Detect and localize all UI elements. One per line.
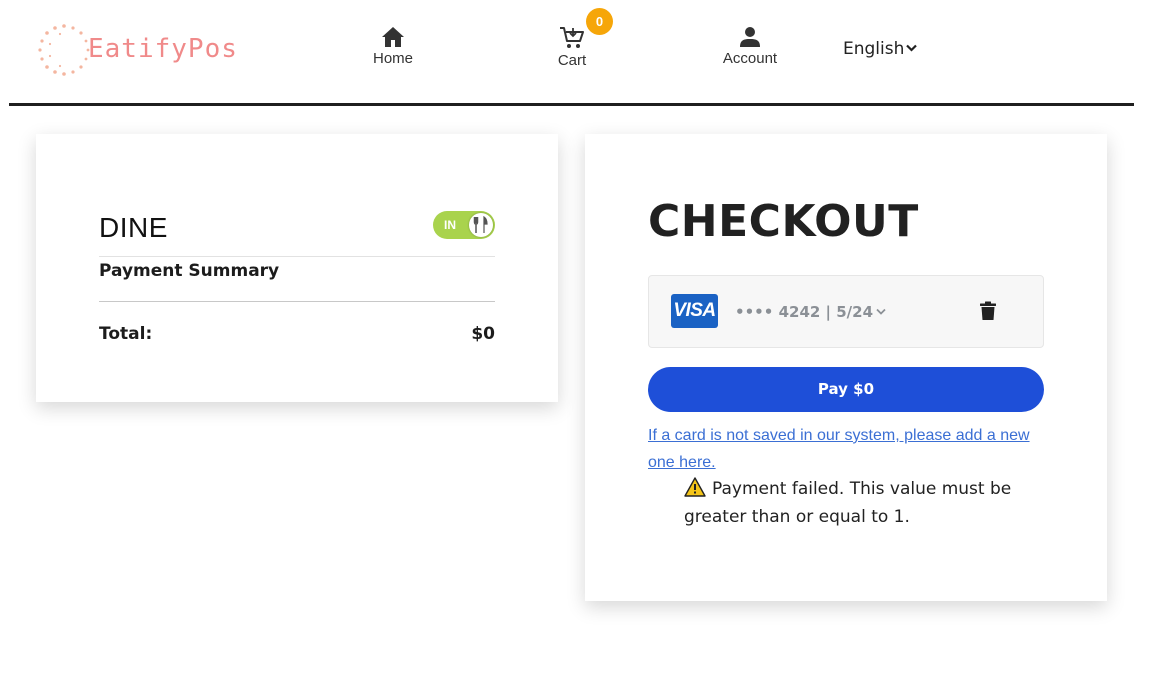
language-label: English bbox=[843, 39, 905, 59]
nav-cart-label: Cart bbox=[557, 52, 587, 69]
chevron-down-icon bbox=[876, 308, 886, 315]
total-label: Total: bbox=[99, 324, 153, 344]
saved-card-selector[interactable]: VISA •••• 4242 | 5/24 bbox=[648, 275, 1044, 348]
warning-icon bbox=[684, 477, 706, 497]
pay-button[interactable]: Pay $0 bbox=[648, 367, 1044, 412]
checkout-title: CHECKOUT bbox=[648, 196, 919, 247]
order-mode-label: DINE bbox=[99, 212, 168, 243]
nav-home[interactable]: Home bbox=[353, 26, 433, 67]
cart-icon bbox=[560, 27, 584, 48]
summary-divider-bottom bbox=[99, 301, 495, 302]
brand-logo[interactable]: EatifyPos bbox=[36, 22, 256, 78]
card-number-expiry: •••• 4242 | 5/24 bbox=[735, 303, 874, 321]
payment-error-text: Payment failed. This value must be great… bbox=[684, 479, 1012, 527]
logo-text: EatifyPos bbox=[88, 34, 238, 64]
account-icon bbox=[740, 27, 760, 47]
nav-account-label: Account bbox=[722, 50, 778, 67]
chevron-down-icon bbox=[906, 44, 918, 52]
trash-icon[interactable] bbox=[979, 301, 997, 321]
header-divider bbox=[9, 103, 1134, 106]
toggle-knob bbox=[469, 213, 493, 237]
dine-in-toggle[interactable]: IN bbox=[433, 211, 495, 239]
toggle-state-text: IN bbox=[444, 218, 456, 232]
payment-summary-title: Payment Summary bbox=[99, 261, 280, 281]
visa-icon: VISA bbox=[671, 294, 718, 328]
home-icon bbox=[382, 27, 404, 47]
payment-error-message: Payment failed. This value must be great… bbox=[684, 475, 1024, 531]
card-info: •••• 4242 | 5/24 bbox=[735, 303, 886, 321]
checkout-card: CHECKOUT VISA •••• 4242 | 5/24 Pay $0 If… bbox=[585, 134, 1107, 601]
summary-divider-top bbox=[99, 256, 495, 257]
logo-dots-icon bbox=[38, 24, 90, 76]
payment-summary-card: DINE IN Payment Summary Total: $0 bbox=[36, 134, 558, 402]
top-navbar: EatifyPos Home Cart 0 Account English bbox=[0, 0, 1154, 106]
total-value: $0 bbox=[471, 324, 495, 344]
cart-count-badge: 0 bbox=[586, 8, 613, 35]
nav-account[interactable]: Account bbox=[710, 26, 790, 67]
add-new-card-link[interactable]: If a card is not saved in our system, pl… bbox=[648, 422, 1048, 476]
utensils-icon bbox=[473, 216, 488, 233]
language-dropdown[interactable]: English bbox=[843, 39, 918, 59]
nav-home-label: Home bbox=[372, 50, 413, 67]
